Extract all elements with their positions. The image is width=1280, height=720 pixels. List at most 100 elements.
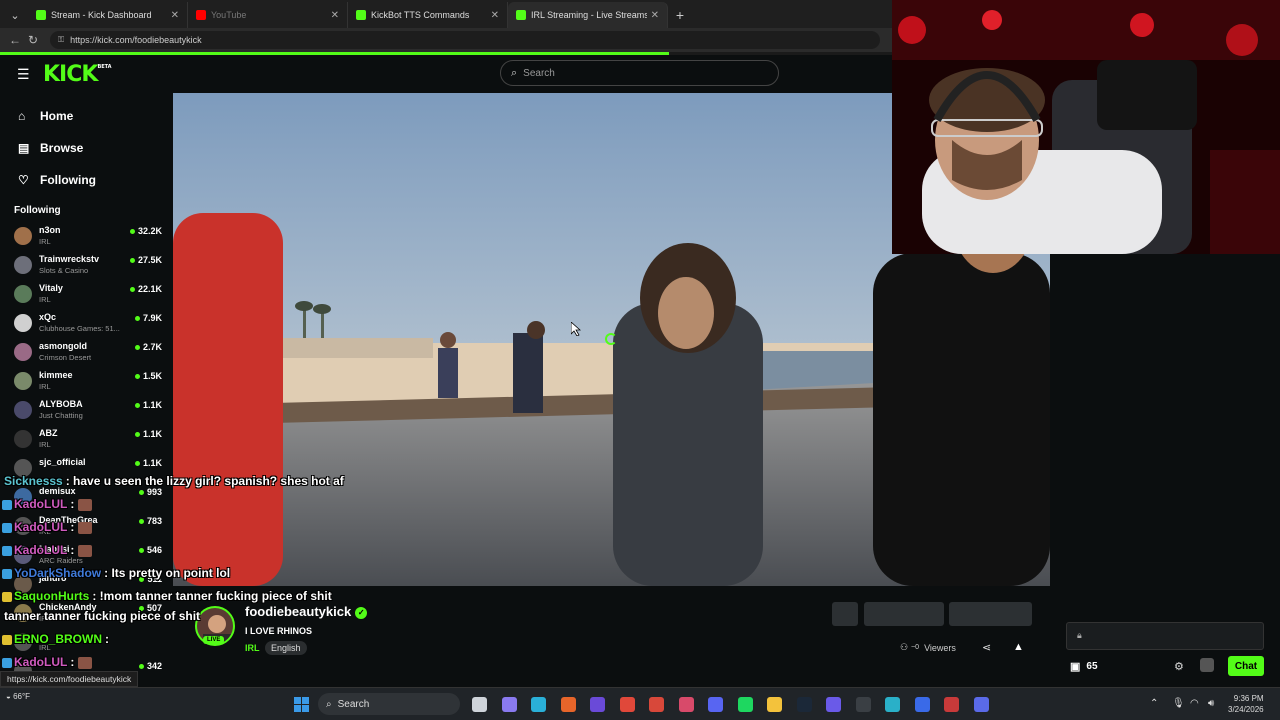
channel-name: n3on: [39, 225, 61, 235]
steam-icon[interactable]: [796, 697, 812, 712]
channel-viewers-value: 27.5K: [137, 255, 162, 265]
overlay-chat-message: Sicknesss: have u seen the lizzy girl? s…: [4, 474, 344, 488]
copilot-icon[interactable]: [501, 697, 517, 712]
followed-channel[interactable]: ALYBOBA Just Chatting 1.1K: [14, 397, 164, 425]
stream-category[interactable]: IRL: [245, 643, 260, 653]
tab-close-icon[interactable]: ✕: [171, 10, 179, 21]
channel-name: xQc: [39, 312, 57, 322]
tab-close-icon[interactable]: ✕: [331, 10, 339, 21]
chat-send-button[interactable]: Chat: [1228, 656, 1264, 676]
channel-name: sjc_official: [39, 457, 86, 467]
chat-settings-gear-icon[interactable]: ⚙: [1174, 660, 1184, 673]
fx-icon[interactable]: [914, 697, 930, 712]
tray-overflow-chevron-icon[interactable]: ⌃: [1150, 698, 1158, 709]
app-icon[interactable]: [855, 697, 871, 712]
chrome-icon[interactable]: [619, 697, 635, 712]
followed-channel[interactable]: Vitaly IRL 22.1K: [14, 281, 164, 309]
followed-channel[interactable]: n3on IRL 32.2K: [14, 223, 164, 251]
viewer-count-value: ~0: [911, 644, 920, 651]
overlay-chat-message: KadoLUL:: [2, 520, 93, 534]
report-warning-icon[interactable]: ▲: [1013, 641, 1024, 653]
followed-channel[interactable]: Trainwreckstv Slots & Casino 27.5K: [14, 252, 164, 280]
url-field[interactable]: ⚿ https://kick.com/foodiebeautykick: [50, 31, 880, 49]
tab-title: IRL Streaming - Live Streams on Ki: [531, 10, 647, 20]
app-icon[interactable]: [826, 697, 841, 712]
spotify-icon[interactable]: [737, 697, 753, 712]
chat-input[interactable]: 🔒︎: [1066, 622, 1264, 650]
chat-badge-icon: [2, 657, 12, 668]
file-explorer-icon[interactable]: [767, 697, 782, 712]
emote-picker-icon[interactable]: [1200, 658, 1214, 672]
back-arrow-icon[interactable]: ←: [6, 33, 24, 47]
new-tab-button[interactable]: +: [668, 2, 692, 28]
volume-icon[interactable]: 🔊︎: [1208, 698, 1214, 709]
channel-viewers-value: 1.1K: [142, 458, 162, 468]
overlay-chat-message: tanner tanner fucking piece of shit: [4, 609, 200, 623]
channel-avatar: [14, 372, 32, 390]
followed-channel[interactable]: asmongold Crimson Desert 2.7K: [14, 339, 164, 367]
browser-tab[interactable]: KickBot TTS Commands ✕: [348, 2, 508, 28]
app-icon[interactable]: [590, 697, 605, 712]
followed-channel[interactable]: kimmee IRL 1.5K: [14, 368, 164, 396]
channel-avatar: [14, 343, 32, 361]
chat-emote-icon: [78, 656, 93, 669]
channel-viewers: 1.1K: [134, 429, 162, 439]
sidebar-item-following[interactable]: ♡ Following: [18, 173, 96, 187]
gift-button-placeholder[interactable]: [949, 602, 1032, 626]
kick-logo[interactable]: KICKBETA: [43, 62, 112, 87]
language-tag[interactable]: English: [265, 641, 307, 655]
channel-viewers: 1.5K: [134, 371, 162, 381]
sidebar-item-browse[interactable]: ▤ Browse: [18, 141, 83, 155]
system-clock[interactable]: 9:36 PM 3/24/2026: [1228, 693, 1264, 715]
chat-badge-icon: [2, 499, 12, 510]
webcam-image: [892, 0, 1280, 254]
windows-start-icon[interactable]: [294, 697, 309, 712]
discord-icon[interactable]: [708, 697, 723, 712]
tab-close-icon[interactable]: ✕: [491, 10, 499, 21]
site-info-icon[interactable]: ⚿: [58, 35, 64, 45]
browser-tab[interactable]: IRL Streaming - Live Streams on Ki ✕: [508, 2, 668, 28]
browser-tab[interactable]: YouTube ✕: [188, 2, 348, 28]
weather-widget[interactable]: ◒ 66°F: [6, 692, 30, 701]
app-icon[interactable]: [649, 697, 664, 712]
channel-avatar: [14, 314, 32, 332]
hamburger-menu-icon[interactable]: ☰: [17, 67, 30, 81]
task-view-icon[interactable]: [472, 697, 487, 712]
channel-name: Trainwreckstv: [39, 254, 100, 264]
follow-button-placeholder[interactable]: [832, 602, 858, 626]
channel-name: Vitaly: [39, 283, 63, 293]
live-dot-icon: [134, 344, 140, 350]
streamer-name[interactable]: foodiebeautykick ✓: [245, 604, 368, 619]
kick-logo-text: KICK: [43, 62, 98, 87]
microphone-icon[interactable]: 🎙︎: [1172, 698, 1185, 709]
share-icon[interactable]: ⋖: [982, 641, 991, 654]
music-icon[interactable]: [678, 697, 694, 712]
network-icon[interactable]: ◠: [1190, 698, 1199, 709]
tab-close-icon[interactable]: ✕: [651, 10, 659, 21]
taskbar: ◒ 66°F ⌕ Search ⌃ 🎙︎ ◠ 🔊︎ 9:36 PM 3/24/202…: [0, 687, 1280, 720]
overlay-chat-message: KadoLUL:: [2, 543, 93, 557]
firefox-icon[interactable]: [560, 697, 576, 712]
taskbar-search-box[interactable]: ⌕ Search: [318, 693, 460, 715]
followed-channel[interactable]: ABZ IRL 1.1K: [14, 426, 164, 454]
edge-icon[interactable]: [531, 697, 546, 712]
channel-viewers-value: 22.1K: [137, 284, 162, 294]
channel-points[interactable]: ▣ 65: [1070, 660, 1098, 673]
channel-name: ALYBOBA: [39, 399, 83, 409]
browser-tab[interactable]: Stream - Kick Dashboard ✕: [28, 2, 188, 28]
taskbar-search-icon: ⌕: [326, 698, 332, 710]
followed-channel[interactable]: xQc Clubhouse Games: 51... 7.9K: [14, 310, 164, 338]
headset-icon[interactable]: [973, 697, 989, 712]
live-dot-icon: [138, 518, 144, 524]
subscribe-button-placeholder[interactable]: [864, 602, 944, 626]
sidebar-item-home[interactable]: ⌂ Home: [18, 109, 73, 123]
live-dot-icon: [129, 286, 135, 292]
search-input[interactable]: ⌕ Search: [500, 60, 779, 86]
reload-icon[interactable]: ↻: [24, 33, 42, 47]
channel-viewers: 22.1K: [129, 284, 162, 294]
tab-search-chevron-icon[interactable]: ⌄: [2, 2, 28, 28]
app-icon[interactable]: [944, 697, 959, 712]
channel-category: ARC Raiders: [39, 556, 83, 565]
app-icon[interactable]: [885, 697, 900, 712]
tab-title: KickBot TTS Commands: [371, 10, 470, 20]
